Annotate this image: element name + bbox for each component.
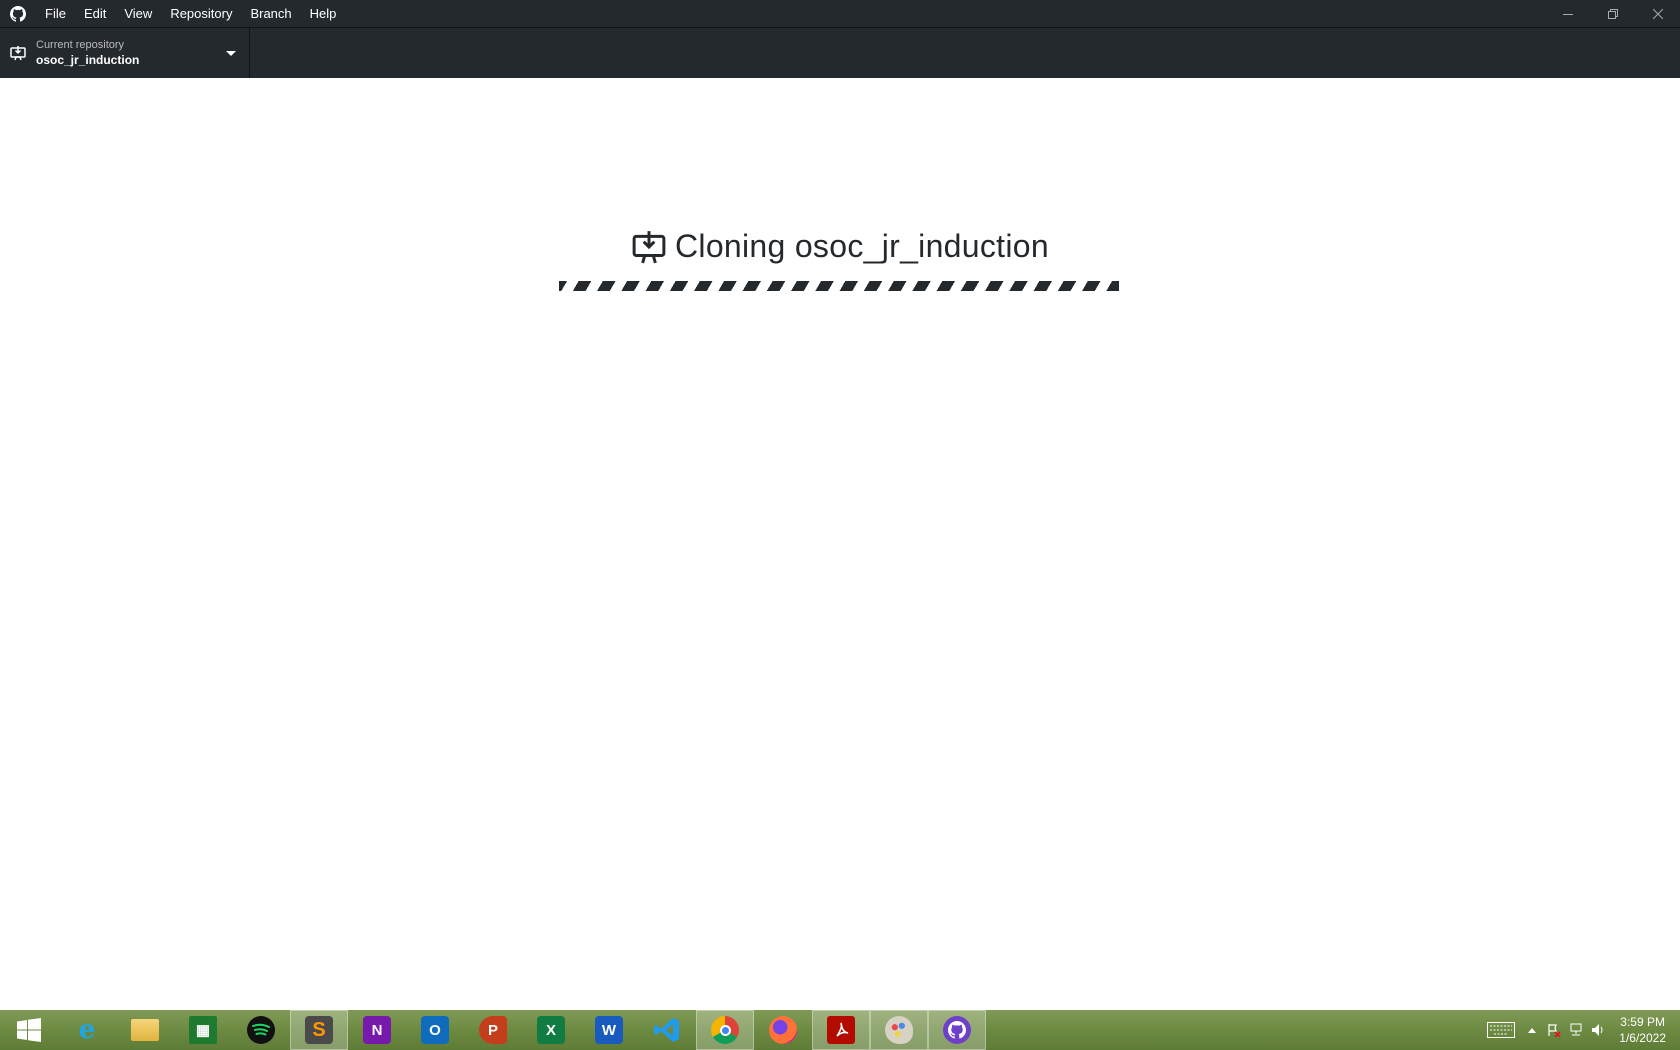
taskbar-store[interactable]: ▦ <box>174 1010 232 1050</box>
powerpoint-icon: P <box>479 1016 507 1044</box>
current-repository-selector[interactable]: Current repository osoc_jr_induction <box>0 28 250 78</box>
menu-repository[interactable]: Repository <box>161 0 241 27</box>
network-icon[interactable] <box>1565 1010 1587 1050</box>
minimize-button[interactable] <box>1545 0 1590 27</box>
taskbar-paint[interactable] <box>870 1010 928 1050</box>
clone-download-icon <box>631 229 667 265</box>
vscode-icon <box>653 1016 681 1044</box>
taskbar-spotify[interactable] <box>232 1010 290 1050</box>
restore-button[interactable] <box>1590 0 1635 27</box>
taskbar-chrome[interactable] <box>696 1010 754 1050</box>
menu-edit[interactable]: Edit <box>75 0 115 27</box>
menu-bar: File Edit View Repository Branch Help <box>36 0 345 27</box>
clock-date: 1/6/2022 <box>1619 1031 1666 1045</box>
spotify-icon <box>247 1016 275 1044</box>
repo-caption: Current repository <box>36 39 125 51</box>
toolbar: Current repository osoc_jr_induction <box>0 27 1680 78</box>
taskbar-github-desktop[interactable] <box>928 1010 986 1050</box>
taskbar-vscode[interactable] <box>638 1010 696 1050</box>
action-center-flag-icon[interactable] <box>1543 1010 1565 1050</box>
repo-name: osoc_jr_induction <box>36 53 140 67</box>
taskbar-outlook[interactable]: O <box>406 1010 464 1050</box>
outlook-icon: O <box>421 1016 449 1044</box>
store-icon: ▦ <box>189 1016 217 1044</box>
taskbar-excel[interactable]: X <box>522 1010 580 1050</box>
clone-header: Cloning osoc_jr_induction <box>0 228 1680 265</box>
start-button[interactable] <box>0 1010 58 1050</box>
menu-branch[interactable]: Branch <box>241 0 300 27</box>
taskbar-internet-explorer[interactable]: e <box>58 1010 116 1050</box>
touch-keyboard-icon[interactable] <box>1481 1010 1521 1050</box>
taskbar: e ▦ S N O P X W 3:59 PM 1/6/2022 <box>0 1010 1680 1050</box>
menu-help[interactable]: Help <box>301 0 346 27</box>
close-icon <box>1652 8 1663 19</box>
repo-clone-icon <box>0 28 36 78</box>
system-clock[interactable]: 3:59 PM 1/6/2022 <box>1609 1014 1680 1046</box>
file-explorer-icon <box>131 1019 159 1041</box>
restore-icon <box>1607 8 1618 19</box>
acrobat-icon <box>827 1016 855 1044</box>
system-tray: 3:59 PM 1/6/2022 <box>1481 1010 1680 1050</box>
repo-text: Current repository osoc_jr_induction <box>36 38 139 68</box>
taskbar-word[interactable]: W <box>580 1010 638 1050</box>
window-controls <box>1545 0 1680 27</box>
taskbar-onenote[interactable]: N <box>348 1010 406 1050</box>
taskbar-firefox[interactable] <box>754 1010 812 1050</box>
menu-view[interactable]: View <box>115 0 161 27</box>
chrome-icon <box>711 1016 739 1044</box>
onenote-icon: N <box>363 1016 391 1044</box>
taskbar-acrobat[interactable] <box>812 1010 870 1050</box>
excel-icon: X <box>537 1016 565 1044</box>
github-logo-icon[interactable] <box>0 0 36 27</box>
github-desktop-icon <box>943 1016 971 1044</box>
caret-down-icon <box>224 49 238 59</box>
close-button[interactable] <box>1635 0 1680 27</box>
taskbar-file-explorer[interactable] <box>116 1010 174 1050</box>
clone-progress-bar <box>559 281 1119 291</box>
clock-time: 3:59 PM <box>1620 1015 1665 1029</box>
firefox-icon <box>769 1016 797 1044</box>
minimize-icon <box>1562 13 1573 15</box>
title-bar: File Edit View Repository Branch Help <box>0 0 1680 27</box>
windows-logo-icon <box>17 1018 41 1042</box>
sublime-text-icon: S <box>305 1016 333 1044</box>
show-hidden-icons-icon[interactable] <box>1521 1010 1543 1050</box>
clone-title: Cloning osoc_jr_induction <box>675 228 1049 264</box>
taskbar-sublime-text[interactable]: S <box>290 1010 348 1050</box>
word-icon: W <box>595 1016 623 1044</box>
taskbar-powerpoint[interactable]: P <box>464 1010 522 1050</box>
paint-icon <box>885 1016 913 1044</box>
internet-explorer-icon: e <box>78 1015 96 1045</box>
menu-file[interactable]: File <box>36 0 75 27</box>
volume-icon[interactable] <box>1587 1010 1609 1050</box>
